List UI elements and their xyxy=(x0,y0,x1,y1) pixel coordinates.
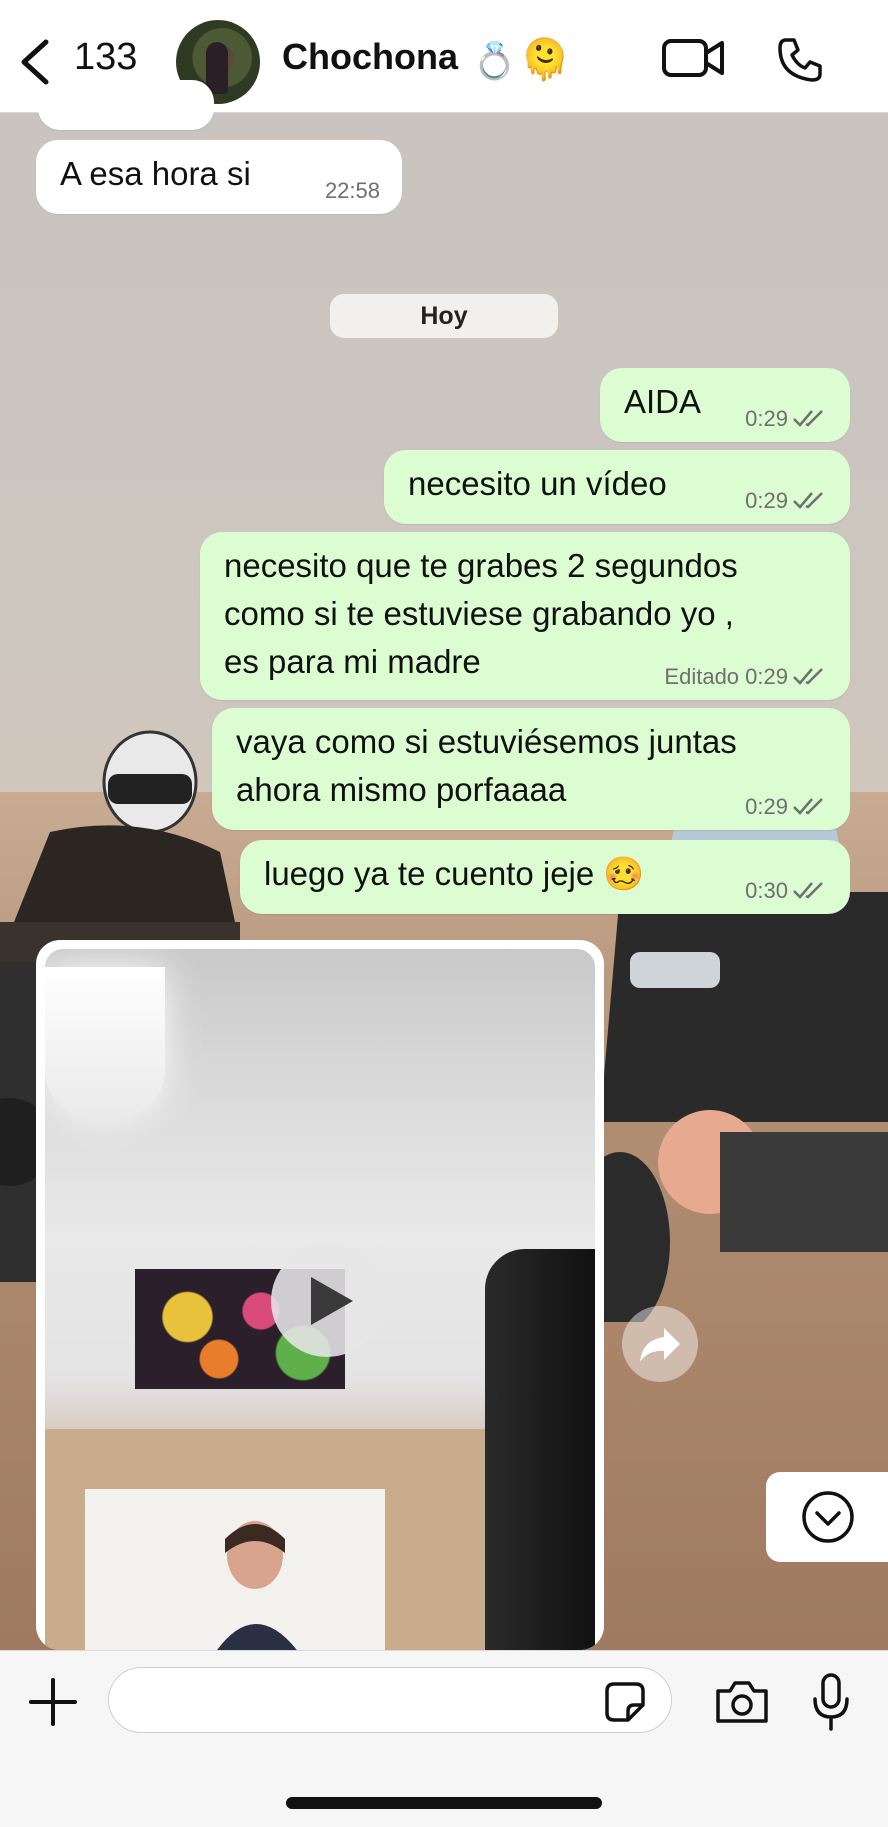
double-check-icon xyxy=(793,492,823,509)
message-meta: 0:29 xyxy=(745,406,828,432)
sticker-icon[interactable] xyxy=(604,1681,646,1723)
home-indicator xyxy=(286,1797,602,1809)
message-time: 0:30 xyxy=(745,878,788,903)
message-meta: 0:29 xyxy=(745,488,828,514)
video-thumbnail[interactable] xyxy=(45,949,595,1650)
forward-button[interactable] xyxy=(622,1306,698,1382)
message-time: 0:29 xyxy=(745,794,788,819)
date-separator: Hoy xyxy=(330,294,558,338)
message-time: 22:58 xyxy=(324,178,380,203)
message-composer-bar xyxy=(0,1650,888,1827)
video-message-bubble[interactable] xyxy=(36,940,604,1650)
message-line: ahora mismo porfaaaa xyxy=(236,771,567,808)
double-check-icon xyxy=(793,410,823,427)
message-line: es para mi madre xyxy=(224,643,481,680)
play-button[interactable] xyxy=(271,1245,383,1357)
chevron-down-circle-icon xyxy=(802,1491,854,1543)
message-text: necesito un vídeo xyxy=(408,465,667,502)
message-meta: 0:29 xyxy=(745,794,828,820)
thumbnail-lamp xyxy=(45,967,165,1117)
woozy-face-emoji: 🥴 xyxy=(603,855,645,892)
chevron-left-icon[interactable] xyxy=(18,38,52,86)
edited-label: Editado xyxy=(664,664,740,689)
message-bubble-outgoing[interactable]: necesito un vídeo 0:29 xyxy=(384,450,850,524)
scroll-to-bottom-button[interactable] xyxy=(766,1472,888,1562)
message-bubble-outgoing[interactable]: vaya como si estuviésemos juntas ahora m… xyxy=(212,708,850,830)
message-bubble-outgoing[interactable]: luego ya te cuento jeje 🥴 0:30 xyxy=(240,840,850,914)
play-icon xyxy=(311,1277,353,1325)
microphone-icon[interactable] xyxy=(812,1673,850,1731)
thumbnail-dark-figure xyxy=(485,1249,595,1650)
message-bubble-outgoing[interactable]: AIDA 0:29 xyxy=(600,368,850,442)
message-text: luego ya te cuento jeje xyxy=(264,855,595,892)
message-time: 0:29 xyxy=(745,488,788,513)
message-line: como si te estuviese grabando yo , xyxy=(224,595,734,632)
message-input[interactable] xyxy=(108,1667,672,1733)
ring-emoji: 💍 xyxy=(472,40,517,81)
message-text: A esa hora si xyxy=(60,155,251,192)
message-meta: 0:30 xyxy=(745,878,828,904)
message-time: 0:29 xyxy=(745,406,788,431)
video-camera-icon[interactable] xyxy=(662,38,724,78)
message-meta: Editado 0:29 xyxy=(664,664,828,690)
message-text: AIDA xyxy=(624,383,702,420)
message-text-row: luego ya te cuento jeje 🥴 xyxy=(264,850,645,898)
double-check-icon xyxy=(793,668,823,685)
melting-face-emoji: 🫠 xyxy=(520,38,570,82)
camera-icon[interactable] xyxy=(714,1679,770,1725)
thumbnail-person xyxy=(217,1521,297,1650)
message-bubble-incoming[interactable]: A esa hora si 22:58 xyxy=(36,140,402,214)
message-time: 0:29 xyxy=(745,664,788,689)
forward-icon xyxy=(640,1328,680,1362)
phone-icon[interactable] xyxy=(776,36,824,84)
message-bubble-outgoing[interactable]: necesito que te grabes 2 segundos como s… xyxy=(200,532,850,700)
double-check-icon xyxy=(793,798,823,815)
message-line: vaya como si estuviésemos juntas xyxy=(236,723,737,760)
plus-icon[interactable] xyxy=(28,1677,78,1727)
message-bubble-partial xyxy=(38,80,214,130)
message-line: necesito que te grabes 2 segundos xyxy=(224,547,738,584)
back-unread-count[interactable]: 133 xyxy=(74,36,137,79)
contact-name[interactable]: Chochona xyxy=(282,36,458,78)
double-check-icon xyxy=(793,882,823,899)
